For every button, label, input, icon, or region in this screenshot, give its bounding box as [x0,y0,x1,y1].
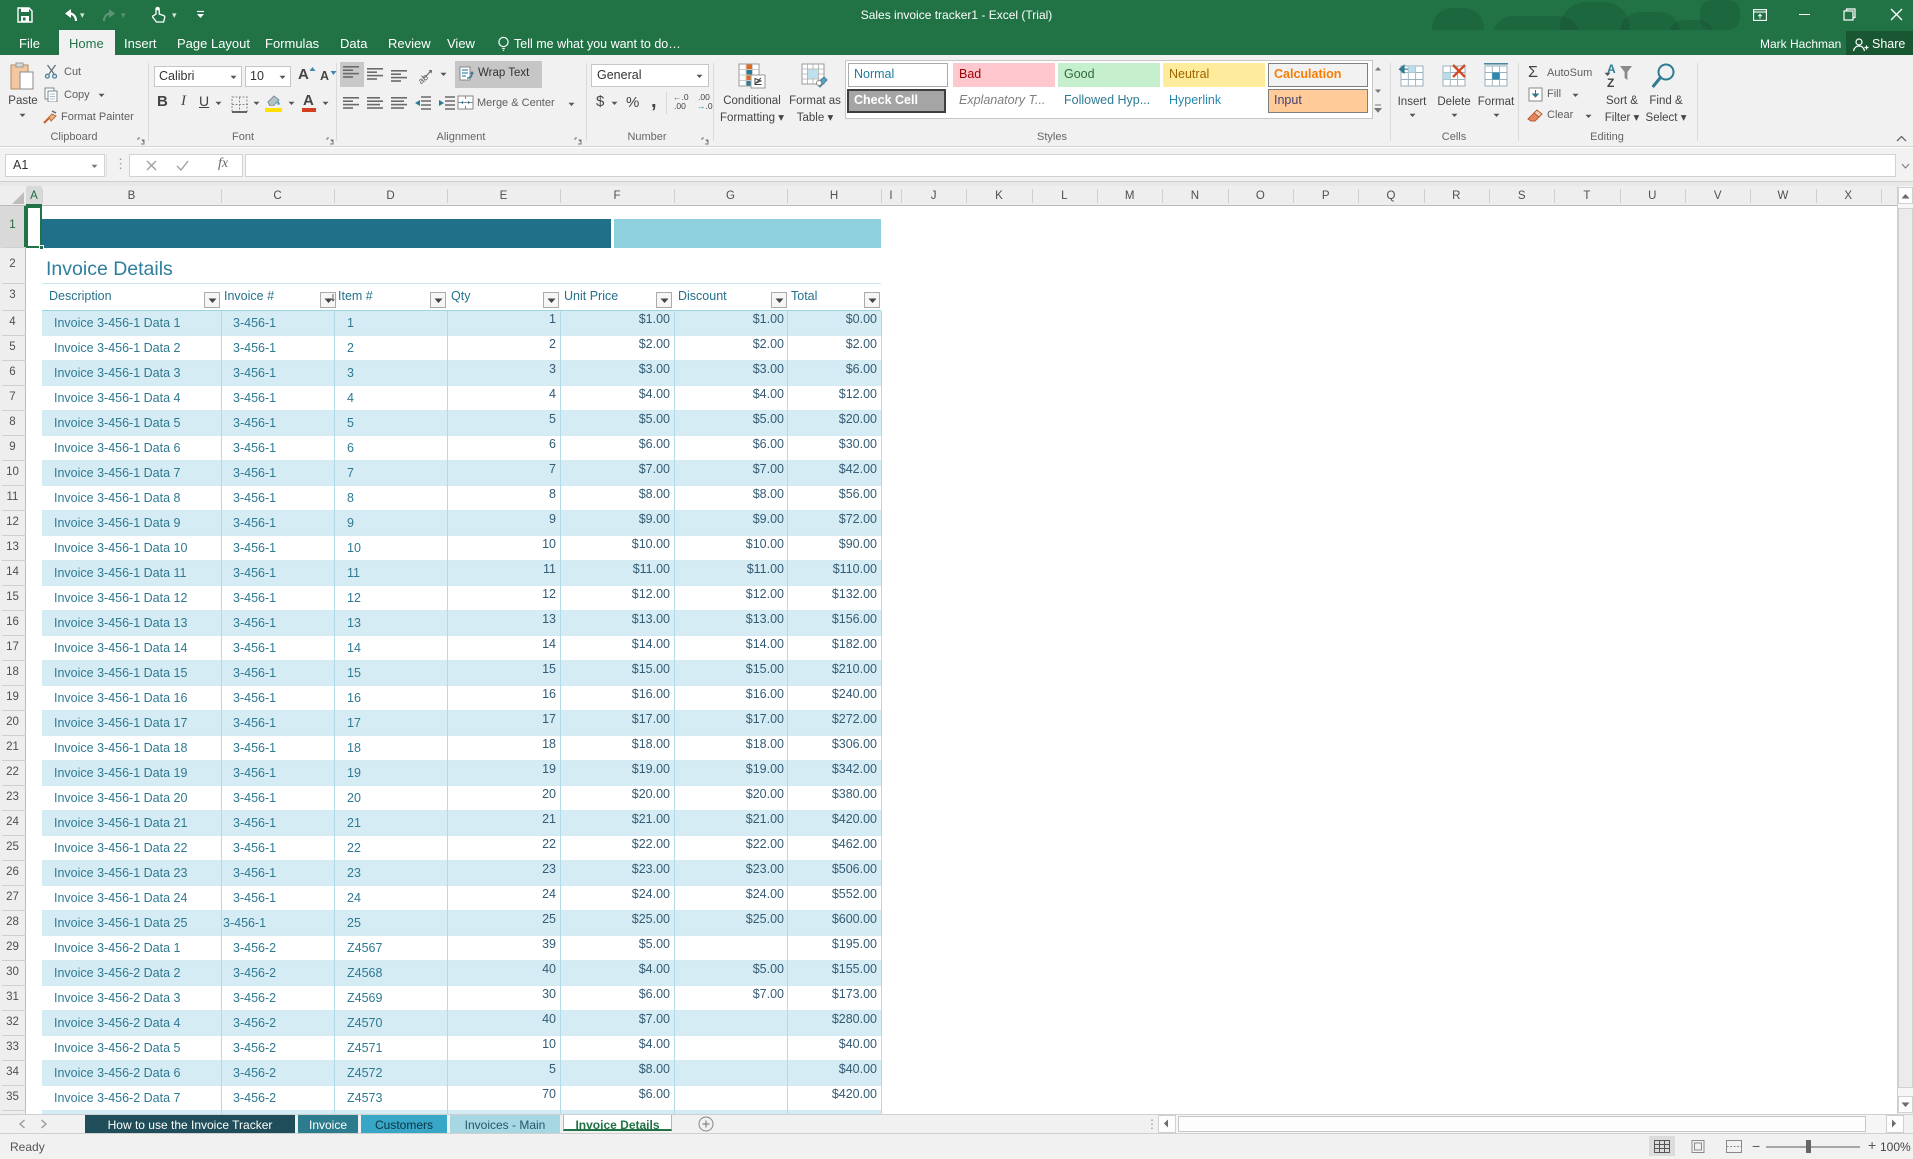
svg-text:Z: Z [1607,76,1614,90]
svg-text:A: A [1607,62,1616,76]
